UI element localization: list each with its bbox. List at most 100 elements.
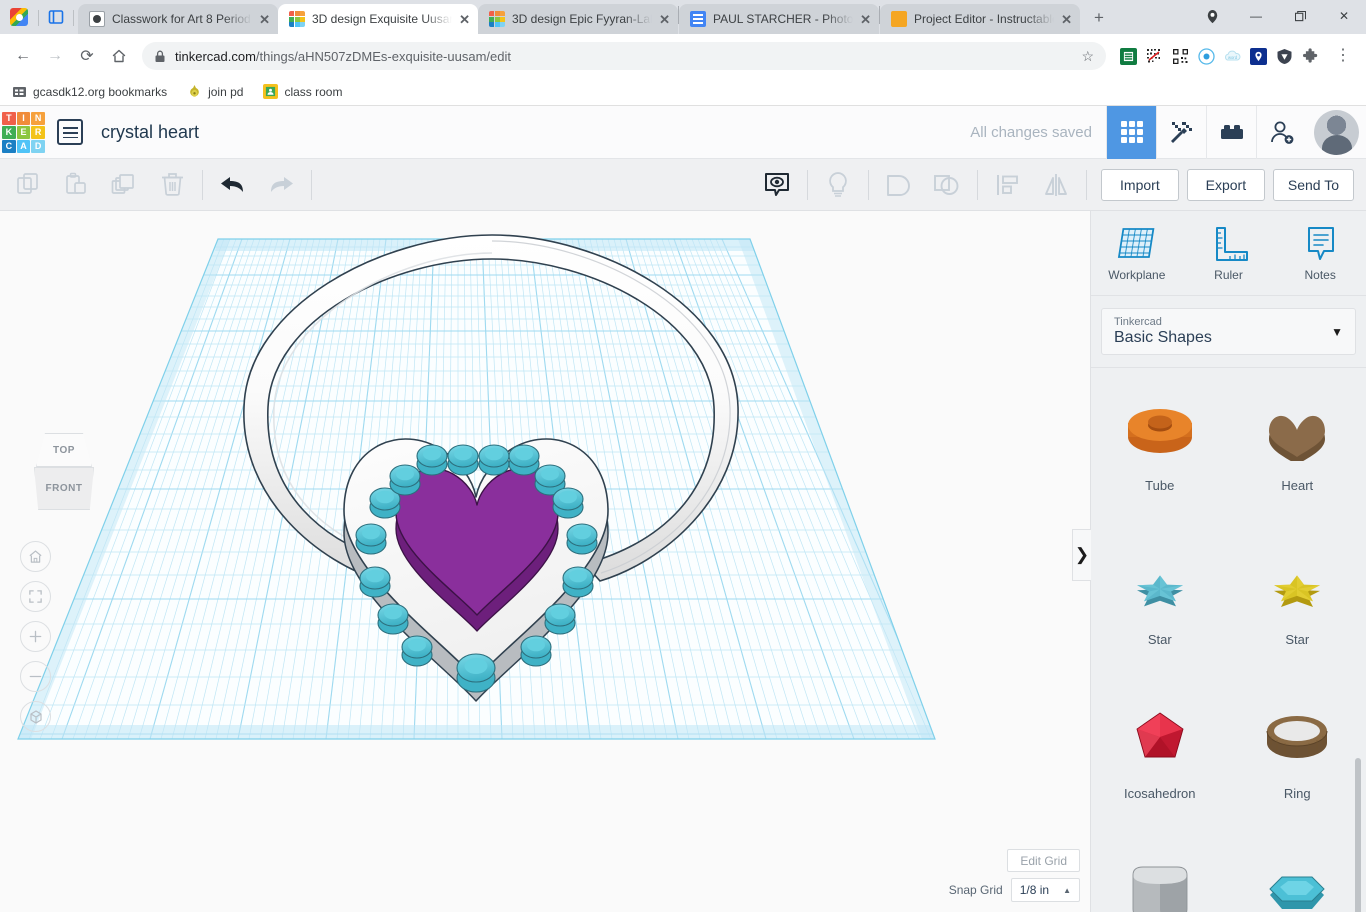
forward-button[interactable]: → (40, 41, 70, 71)
delete-button[interactable] (148, 163, 196, 207)
address-bar[interactable]: tinkercad.com/things/aHN507zDMEs-exquisi… (142, 42, 1106, 70)
kebab-menu-icon[interactable]: ⋮ (1328, 41, 1358, 71)
tab-search-icon[interactable] (43, 5, 69, 29)
shape-item-heart[interactable]: Heart (1229, 374, 1366, 528)
zoom-out-button[interactable] (20, 661, 51, 692)
puzzle-extension-icon[interactable] (1302, 47, 1319, 65)
bookmark-item[interactable]: join pd (187, 84, 243, 99)
tab-close-icon[interactable]: ✕ (659, 13, 670, 26)
shape-item-rounded-cube[interactable] (1091, 836, 1229, 912)
blocks-mode-button[interactable] (1206, 105, 1256, 159)
shape-item-star-teal[interactable]: Star (1091, 528, 1229, 682)
tab-title: Project Editor - Instructables (914, 12, 1055, 26)
export-button[interactable]: Export (1186, 168, 1265, 201)
shape-label: Ring (1283, 786, 1311, 801)
reload-button[interactable]: ⟳ (72, 41, 102, 71)
extensions-row: word ⋮ (1114, 41, 1358, 71)
browser-window: Classwork for Art 8 Period 1 ✕ 3D design… (0, 0, 1366, 912)
ungroup-button[interactable] (923, 163, 971, 207)
close-window-button[interactable]: ✕ (1322, 0, 1366, 32)
view-cube[interactable]: TOP FRONT (28, 433, 100, 515)
note-button[interactable] (814, 163, 862, 207)
profile-avatar-icon (10, 8, 28, 26)
undo-button[interactable] (209, 163, 257, 207)
show-hide-button[interactable] (753, 163, 801, 207)
collapse-panel-button[interactable]: ❯ (1072, 529, 1091, 581)
bookmark-label: join pd (208, 84, 244, 99)
shield-status-icon[interactable] (1190, 0, 1234, 32)
shield-extension-icon[interactable] (1276, 48, 1293, 65)
grid-icon (1119, 119, 1145, 145)
tab-close-icon[interactable]: ✕ (459, 13, 470, 26)
3d-design-mode-button[interactable] (1106, 105, 1156, 159)
barcode-extension-icon[interactable] (1146, 47, 1163, 65)
mirror-button[interactable] (1032, 163, 1080, 207)
page-title[interactable]: crystal heart (101, 122, 199, 143)
sheets-extension-icon[interactable] (1120, 47, 1137, 65)
fit-to-view-button[interactable] (20, 581, 51, 612)
tab-close-icon[interactable]: ✕ (259, 13, 270, 26)
location-extension-icon[interactable] (1250, 47, 1267, 65)
app-body: Workplane TOP FRONT (0, 211, 1366, 912)
grid-controls: Edit Grid Snap Grid 1/8 in ▲ (949, 849, 1080, 902)
shape-item-gem[interactable] (1229, 836, 1366, 912)
paste-button[interactable] (52, 163, 100, 207)
home-view-button[interactable] (20, 541, 51, 572)
minimize-button[interactable]: — (1234, 0, 1278, 32)
shape-item-star-yellow[interactable]: Star (1229, 528, 1366, 682)
tab-close-icon[interactable]: ✕ (1061, 13, 1072, 26)
bookmark-star-icon[interactable]: ☆ (1081, 48, 1094, 65)
browser-tab[interactable]: Project Editor - Instructables ✕ (880, 4, 1080, 34)
duplicate-button[interactable] (100, 163, 148, 207)
workplane-tool[interactable]: Workplane (1091, 225, 1183, 282)
copy-button[interactable] (4, 163, 52, 207)
shape-item-icosahedron[interactable]: Icosahedron (1091, 682, 1229, 836)
qrcode-extension-icon[interactable] (1172, 47, 1189, 65)
avatar[interactable] (1314, 109, 1359, 155)
shape-item-tube[interactable]: Tube (1091, 374, 1229, 528)
back-button[interactable]: ← (8, 41, 38, 71)
snap-grid-select[interactable]: 1/8 in ▲ (1010, 878, 1080, 902)
send-to-button[interactable]: Send To (1272, 168, 1354, 201)
browser-tab[interactable]: Classwork for Art 8 Period 1 ✕ (78, 4, 278, 34)
tab-title: PAUL STARCHER - Photo Do (713, 12, 854, 26)
folder-icon (12, 84, 27, 99)
profile-chip[interactable] (4, 4, 34, 30)
align-button[interactable] (984, 163, 1032, 207)
classroom-icon (89, 11, 105, 27)
home-button[interactable] (104, 41, 134, 71)
bookmark-item[interactable]: gcasdk12.org bookmarks (12, 84, 167, 99)
browser-tab[interactable]: PAUL STARCHER - Photo Do ✕ (679, 4, 879, 34)
browser-tab-active[interactable]: 3D design Exquisite Uusam ✕ (278, 4, 478, 34)
panel-scrollbar[interactable] (1355, 758, 1361, 912)
perspective-toggle-button[interactable] (20, 701, 51, 732)
minecraft-mode-button[interactable] (1156, 105, 1206, 159)
shape-library-select[interactable]: Tinkercad Basic Shapes ▼ (1101, 308, 1356, 355)
view-cube-top-face[interactable]: TOP (36, 433, 92, 467)
logo-tile: A (16, 139, 31, 153)
zoom-in-button[interactable] (20, 621, 51, 652)
group-button[interactable] (875, 163, 923, 207)
edit-grid-button[interactable]: Edit Grid (1007, 849, 1080, 872)
invite-people-button[interactable] (1256, 105, 1306, 159)
new-tab-button[interactable]: + (1086, 5, 1112, 31)
view-cube-front-face[interactable]: FRONT (34, 467, 94, 510)
project-list-button[interactable] (57, 119, 83, 145)
bookmark-item[interactable]: class room (263, 84, 342, 99)
redo-button[interactable] (257, 163, 305, 207)
import-button[interactable]: Import (1100, 168, 1179, 201)
tab-close-icon[interactable]: ✕ (860, 13, 871, 26)
gem (401, 635, 433, 667)
viewport-3d[interactable]: Workplane TOP FRONT (0, 211, 1090, 912)
scene-3d (17, 234, 936, 740)
chevron-down-icon: ▼ (1331, 324, 1343, 339)
maximize-button[interactable] (1278, 0, 1322, 32)
ruler-tool[interactable]: Ruler (1183, 225, 1275, 282)
viewport-controls (20, 541, 51, 732)
tinkercad-logo[interactable]: T I N K E R C A D (0, 110, 45, 155)
notes-tool[interactable]: Notes (1274, 225, 1366, 282)
circle-extension-icon[interactable] (1198, 47, 1215, 65)
browser-tab[interactable]: 3D design Epic Fyyran-Laho ✕ (478, 4, 678, 34)
shape-item-ring[interactable]: Ring (1229, 682, 1366, 836)
cloud-extension-icon[interactable]: word (1224, 48, 1241, 65)
